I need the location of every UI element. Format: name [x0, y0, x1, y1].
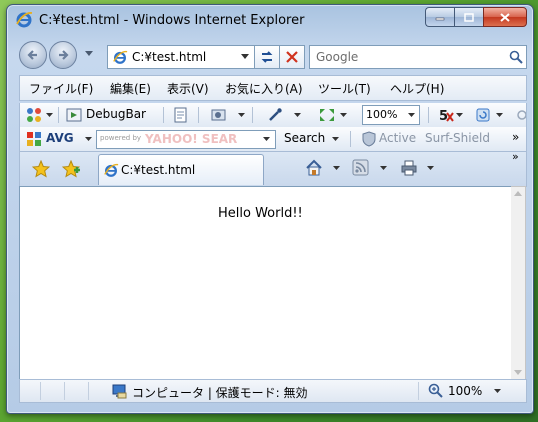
- overflow-icon[interactable]: [516, 107, 526, 123]
- caption-buttons: [425, 7, 527, 27]
- yahoo-dropdown-icon[interactable]: [263, 137, 270, 141]
- eyedropper-dropdown-icon[interactable]: [294, 113, 301, 117]
- avg-dropdown-icon[interactable]: [85, 137, 92, 141]
- address-dropdown-icon[interactable]: [241, 54, 249, 59]
- refresh-page-icon[interactable]: [475, 107, 491, 123]
- page-body-text: Hello World!!: [218, 206, 303, 221]
- shield-hand-icon: [362, 131, 376, 147]
- minimize-icon: [435, 17, 445, 21]
- zoom-dropdown-icon[interactable]: [408, 113, 415, 117]
- toolbar-avg: AVG powered by YAHOO! SEAR Search Active…: [19, 127, 527, 152]
- vertical-scrollbar[interactable]: [511, 186, 526, 380]
- print-icon[interactable]: [400, 159, 418, 177]
- tab-label: C:¥test.html: [121, 163, 196, 177]
- active-label[interactable]: Active: [379, 131, 416, 145]
- tab-ie-icon: [104, 163, 119, 177]
- colors-icon[interactable]: [26, 107, 42, 123]
- minimize-button[interactable]: [425, 7, 454, 27]
- search-dropdown-icon[interactable]: [332, 137, 339, 141]
- back-button[interactable]: [19, 41, 47, 69]
- status-bar: コンピュータ | 保護モード: 無効 100%: [19, 379, 527, 403]
- toolbar-chevron[interactable]: »: [512, 130, 519, 144]
- toolbar-debugbar: DebugBar 100% 5: [19, 103, 527, 127]
- menu-bar: ファイル(F) 編集(E) 表示(V) お気に入り(A) ツール(T) ヘルプ(…: [19, 75, 527, 101]
- eyedropper-icon[interactable]: [267, 107, 283, 123]
- zoom-magnifier-icon: [428, 383, 443, 398]
- refresh-icon: [261, 51, 273, 63]
- menu-edit[interactable]: 編集(E): [110, 80, 151, 97]
- zoom-select[interactable]: 100%: [362, 105, 420, 125]
- menu-view[interactable]: 表示(V): [167, 80, 209, 97]
- home-dropdown-icon[interactable]: [333, 166, 340, 170]
- favorites-star-icon[interactable]: [32, 160, 50, 178]
- recent-pages-dropdown-icon[interactable]: [85, 51, 93, 56]
- surf-shield-label[interactable]: Surf-Shield: [425, 131, 490, 145]
- security-zone-text[interactable]: コンピュータ | 保護モード: 無効: [132, 384, 308, 401]
- back-arrow-icon: [27, 50, 37, 60]
- feeds-icon[interactable]: [352, 159, 370, 177]
- stop-button[interactable]: [279, 45, 305, 69]
- search-button[interactable]: Search: [284, 131, 325, 145]
- scroll-down-icon[interactable]: [514, 370, 522, 375]
- status-zoom-dropdown-icon[interactable]: [494, 389, 501, 393]
- search-input[interactable]: Google: [316, 50, 358, 64]
- ie-logo-icon: [16, 12, 33, 28]
- address-bar[interactable]: C:¥test.html: [107, 45, 255, 69]
- forward-button[interactable]: [49, 41, 77, 69]
- close-icon: [500, 12, 510, 22]
- add-favorites-icon[interactable]: [62, 160, 80, 178]
- close-window-button[interactable]: [483, 7, 527, 27]
- maximize-button[interactable]: [454, 7, 483, 27]
- settings-icon[interactable]: [210, 107, 228, 123]
- menu-tools[interactable]: ツール(T): [318, 80, 371, 97]
- computer-zone-icon: [112, 384, 127, 399]
- avg-logo-icon: [27, 132, 41, 146]
- window-title: C:¥test.html - Windows Internet Explorer: [39, 13, 305, 28]
- page-icon[interactable]: [173, 107, 189, 123]
- svg-text:5: 5: [439, 109, 448, 123]
- home-icon[interactable]: [305, 159, 323, 177]
- resize-icon[interactable]: [318, 107, 336, 123]
- tools-x-icon[interactable]: 5: [438, 107, 454, 123]
- search-box[interactable]: Google: [309, 45, 527, 69]
- zoom-value: 100%: [366, 108, 398, 121]
- stop-icon: [286, 51, 298, 63]
- refresh-page-dropdown-icon[interactable]: [496, 113, 503, 117]
- search-icon[interactable]: [509, 50, 523, 64]
- ie-window: C:¥test.html - Windows Internet Explorer…: [6, 4, 534, 414]
- page-ie-icon: [113, 50, 128, 64]
- print-dropdown-icon[interactable]: [427, 166, 434, 170]
- debugbar-icon: [66, 108, 82, 122]
- tab-row-chevron[interactable]: »: [512, 150, 519, 163]
- yahoo-powered-text: powered by: [100, 134, 142, 142]
- menu-favorites[interactable]: お気に入り(A): [225, 80, 303, 97]
- scroll-up-icon[interactable]: [514, 191, 522, 196]
- tab-row: C:¥test.html »: [19, 150, 527, 187]
- tools-x-dropdown-icon[interactable]: [456, 113, 463, 117]
- feeds-dropdown-icon[interactable]: [380, 166, 387, 170]
- yahoo-search-box[interactable]: powered by YAHOO! SEAR: [96, 130, 276, 149]
- resize-dropdown-icon[interactable]: [340, 113, 347, 117]
- page-content: Hello World!!: [19, 186, 513, 380]
- title-bar[interactable]: C:¥test.html - Windows Internet Explorer: [7, 5, 533, 33]
- colors-dropdown-icon[interactable]: [46, 113, 53, 117]
- yahoo-brand-text: YAHOO! SEAR: [145, 132, 238, 146]
- menu-file[interactable]: ファイル(F): [29, 80, 93, 97]
- status-zoom-level[interactable]: 100%: [448, 384, 482, 398]
- settings-dropdown-icon[interactable]: [238, 113, 245, 117]
- maximize-icon: [464, 12, 474, 22]
- refresh-button[interactable]: [254, 45, 280, 69]
- menu-help[interactable]: ヘルプ(H): [390, 80, 444, 97]
- address-url: C:¥test.html: [132, 50, 207, 64]
- avg-label[interactable]: AVG: [46, 131, 74, 145]
- tab-active[interactable]: C:¥test.html: [98, 154, 264, 185]
- forward-arrow-icon: [59, 50, 69, 60]
- debugbar-button[interactable]: DebugBar: [86, 107, 146, 121]
